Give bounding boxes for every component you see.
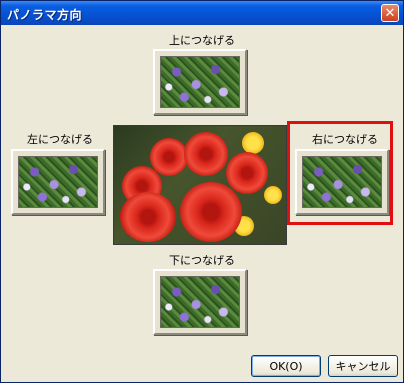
cancel-button-label: キャンセル [335, 360, 391, 373]
top-thumbnail-image [160, 56, 240, 108]
cancel-button[interactable]: キャンセル [328, 355, 398, 377]
left-direction-label: 左につなげる [27, 133, 93, 146]
current-image-preview [113, 125, 287, 245]
right-direction-label: 右につなげる [312, 133, 378, 146]
red-flower [226, 152, 268, 194]
title-bar: パノラマ方向 ✕ [1, 1, 403, 25]
yellow-flower [242, 132, 264, 154]
top-direction-label: 上につなげる [169, 34, 235, 47]
yellow-flower [264, 186, 282, 204]
red-flower [184, 132, 228, 176]
ok-button-label: OK(O) [269, 359, 303, 373]
bottom-direction-label: 下につなげる [169, 254, 235, 267]
ok-button[interactable]: OK(O) [251, 355, 321, 377]
close-button[interactable]: ✕ [381, 4, 399, 22]
red-flower [120, 192, 176, 242]
connect-top-button[interactable] [153, 49, 247, 115]
panorama-direction-dialog: パノラマ方向 ✕ 上につなげる 左につなげる 右につなげる 下につなげる OK(… [0, 0, 404, 383]
dialog-title: パノラマ方向 [7, 8, 83, 22]
close-icon: ✕ [384, 5, 396, 21]
connect-bottom-button[interactable] [153, 269, 247, 335]
connect-right-button[interactable] [295, 149, 389, 215]
red-flower [180, 182, 242, 242]
bottom-thumbnail-image [160, 276, 240, 328]
connect-left-button[interactable] [11, 149, 105, 215]
left-thumbnail-image [18, 156, 98, 208]
right-thumbnail-image [302, 156, 382, 208]
red-flower [150, 138, 188, 176]
